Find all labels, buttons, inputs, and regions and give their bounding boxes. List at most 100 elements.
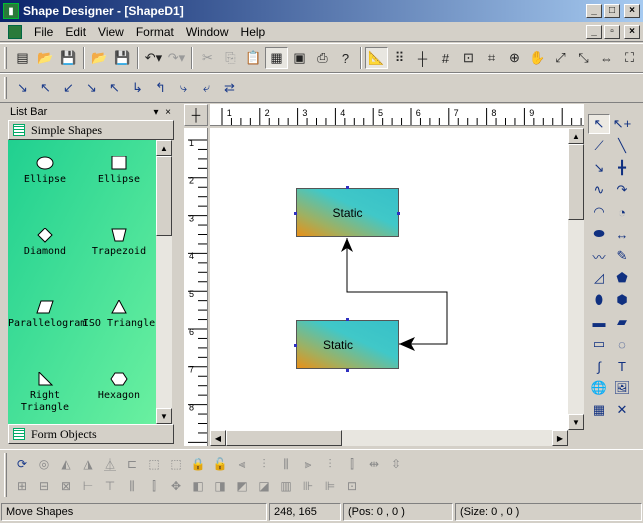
group-simple-shapes[interactable]: Simple Shapes (8, 120, 174, 140)
shape-item-ellipse[interactable]: Ellipse (8, 140, 82, 212)
menu-edit[interactable]: Edit (59, 25, 92, 39)
bounds-button[interactable]: ⊡ (457, 47, 480, 69)
rotate-pointer-tool[interactable]: ↖+ (611, 114, 633, 134)
same-width-button[interactable]: ⊟ (33, 475, 55, 497)
canvas-scroll-left[interactable]: ◀ (210, 430, 226, 446)
pointer-tool[interactable]: ↖ (588, 114, 610, 134)
shapes-scrollbar[interactable]: ▲ ▼ (156, 140, 172, 424)
unlock-button[interactable]: 🔓 (209, 453, 231, 475)
zoom-button[interactable]: ⊕ (503, 47, 526, 69)
connector-6-button[interactable]: ↳ (126, 77, 149, 99)
align-left-button[interactable]: ⫷ (231, 453, 253, 475)
text-tool-tool[interactable]: T (611, 356, 633, 376)
shape-item-square[interactable]: Ellipse (82, 140, 156, 212)
lock-button[interactable]: 🔒 (187, 453, 209, 475)
cut-button[interactable]: ✂ (196, 47, 219, 69)
image-tool-tool[interactable]: 🌐 (588, 378, 610, 398)
shape-item-diamond[interactable]: Diamond (8, 212, 82, 284)
menu-view[interactable]: View (92, 25, 130, 39)
fit-button[interactable]: ⊡ (341, 475, 363, 497)
snap-button[interactable]: ┼ (411, 47, 434, 69)
layout-button[interactable]: ▣ (288, 47, 311, 69)
zoom-width-button[interactable]: ⇔ (595, 47, 618, 69)
canvas-scroll-up[interactable]: ▲ (568, 128, 584, 144)
bezier-tool[interactable]: ∿ (588, 180, 610, 200)
mirror-button[interactable]: ⏅ (99, 453, 121, 475)
shapes-scroll-thumb[interactable] (156, 156, 172, 236)
connector-8-button[interactable]: ⤷ (172, 77, 195, 99)
align-right-button[interactable]: ⫸ (297, 453, 319, 475)
polyline-tool[interactable]: ⟋ (588, 136, 610, 156)
rotate-button[interactable]: ⟳ (11, 453, 33, 475)
zoom-selection-button[interactable]: ⤡ (572, 47, 595, 69)
connector-3-button[interactable]: ↙ (57, 77, 80, 99)
properties-button[interactable]: ▦ (265, 47, 288, 69)
help-button[interactable]: ? (334, 47, 357, 69)
align-center-button[interactable]: ⫼ (275, 453, 297, 475)
canvas-hscroll-thumb[interactable] (226, 430, 342, 446)
canvas-vscroll-thumb[interactable] (568, 144, 584, 220)
zoom-extent-button[interactable]: ⤢ (549, 47, 572, 69)
grid-button[interactable]: ⠿ (388, 47, 411, 69)
undo-button[interactable]: ↶▾ (142, 47, 165, 69)
maximize-button[interactable]: □ (604, 4, 620, 18)
distribute-h-button[interactable]: ⫼ (121, 475, 143, 497)
spacing-button[interactable]: ⊪ (297, 475, 319, 497)
canvas-scroll-right[interactable]: ▶ (552, 430, 568, 446)
open-button[interactable]: 📂 (34, 47, 57, 69)
document-icon[interactable] (8, 24, 22, 39)
canvas-vscrollbar[interactable]: ▲ ▼ (568, 128, 584, 430)
closed-curve-tool[interactable]: ◿ (588, 268, 610, 288)
align-bottom-button[interactable]: ⫶ (319, 453, 341, 475)
freehand-tool[interactable]: 〰 (588, 246, 610, 266)
drawing-canvas[interactable]: Static Static (210, 128, 568, 430)
mdi-restore-button[interactable]: ▫ (604, 24, 620, 39)
list-bar-close-button[interactable]: × (162, 107, 174, 118)
toolbar-grip[interactable] (4, 475, 7, 497)
space-v-button[interactable]: ⇳ (385, 453, 407, 475)
delete-tool-tool[interactable]: ✕ (611, 400, 633, 420)
forward-button[interactable]: ◩ (231, 475, 253, 497)
shape-item-hexagon[interactable]: Hexagon (82, 356, 156, 424)
copy-button[interactable]: ⎘ (219, 47, 242, 69)
order-button[interactable]: ▥ (275, 475, 297, 497)
same-size-button[interactable]: ⊞ (11, 475, 33, 497)
menu-file[interactable]: File (28, 25, 59, 39)
mdi-close-button[interactable]: × (624, 24, 640, 39)
toolbar-grip[interactable] (4, 453, 7, 475)
flip-left-button[interactable]: ◭ (55, 453, 77, 475)
pen-tool[interactable]: ✎ (611, 246, 633, 266)
ungroup-button[interactable]: ⬚ (165, 453, 187, 475)
connector-line[interactable] (210, 128, 568, 430)
shape-item-trapezoid[interactable]: Trapezoid (82, 212, 156, 284)
connector-9-button[interactable]: ⤶ (195, 77, 218, 99)
center-h-button[interactable]: ⊢ (77, 475, 99, 497)
close-button[interactable]: × (624, 4, 640, 18)
parallelogram-tool-tool[interactable]: ▰ (611, 312, 633, 332)
paste-button[interactable]: 📋 (242, 47, 265, 69)
center-v-button[interactable]: ⊤ (99, 475, 121, 497)
curve-arrow-tool[interactable]: ↷ (611, 180, 633, 200)
space-h-button[interactable]: ⇹ (363, 453, 385, 475)
align-middle-button[interactable]: ⫿ (341, 453, 363, 475)
connector-10-button[interactable]: ⇄ (218, 77, 241, 99)
menu-format[interactable]: Format (130, 25, 180, 39)
flip-right-button[interactable]: ◮ (77, 453, 99, 475)
dimension-tool[interactable]: ↔ (611, 224, 633, 244)
shape-item-triangle[interactable]: ISO Triangle (82, 284, 156, 356)
shape-item-parallelogram[interactable]: Parallelogram (8, 284, 86, 356)
align-edge-button[interactable]: ⊏ (121, 453, 143, 475)
hexagon-tool-tool[interactable]: ⬢ (611, 290, 633, 310)
rotate-free-button[interactable]: ◎ (33, 453, 55, 475)
shapes-scroll-up[interactable]: ▲ (156, 140, 172, 156)
menu-help[interactable]: Help (235, 25, 272, 39)
table-tool-tool[interactable]: ▦ (588, 400, 610, 420)
connector-2-button[interactable]: ↖ (34, 77, 57, 99)
list-bar-pin-button[interactable]: ▾ (150, 107, 162, 118)
guides-button[interactable]: # (434, 47, 457, 69)
mdi-minimize-button[interactable]: _ (586, 24, 602, 39)
send-back-button[interactable]: ◨ (209, 475, 231, 497)
group-button[interactable]: ⬚ (143, 453, 165, 475)
toolbar-grip[interactable] (4, 77, 7, 99)
arrow-line-tool[interactable]: ↘ (588, 158, 610, 178)
